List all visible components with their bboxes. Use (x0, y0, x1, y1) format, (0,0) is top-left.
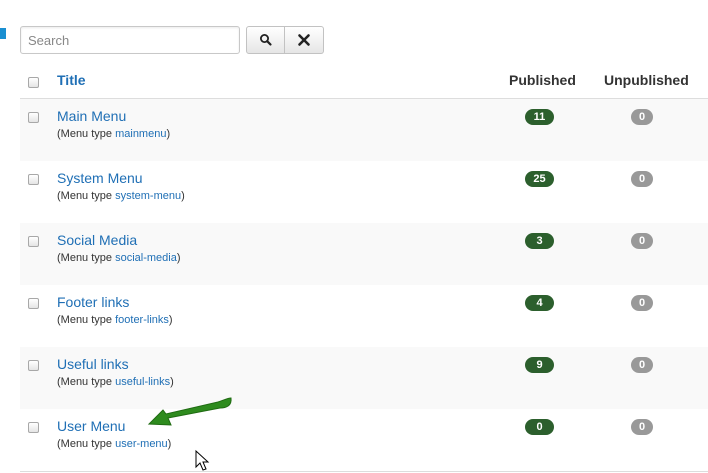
unpublished-count-badge[interactable]: 0 (631, 233, 653, 249)
unpublished-column-header: Unpublished (604, 72, 689, 88)
accent-bar (0, 28, 6, 39)
menu-type-prefix: (Menu type (57, 128, 116, 140)
title-column-header[interactable]: Title (57, 72, 86, 88)
search-icon (259, 34, 272, 46)
table-row: Footer links (Menu type footer-links) 4 … (20, 285, 708, 348)
menu-type-info: (Menu type user-menu) (57, 438, 171, 450)
menu-type-link[interactable]: useful-links (115, 376, 170, 388)
menu-type-info: (Menu type useful-links) (57, 376, 174, 388)
published-count-badge[interactable]: 4 (525, 295, 554, 311)
published-count-badge[interactable]: 25 (525, 171, 554, 187)
published-count-badge[interactable]: 3 (525, 233, 554, 249)
row-checkbox[interactable] (28, 298, 39, 309)
published-column-header: Published (509, 72, 576, 88)
menu-type-prefix: (Menu type (57, 438, 116, 450)
menu-type-suffix: ) (181, 190, 185, 202)
select-all-checkbox[interactable] (28, 77, 39, 88)
unpublished-count-badge[interactable]: 0 (631, 109, 653, 125)
menu-type-info: (Menu type mainmenu) (57, 128, 170, 140)
table-header: Title Published Unpublished (20, 64, 708, 99)
unpublished-count-badge[interactable]: 0 (631, 295, 653, 311)
clear-button[interactable] (285, 26, 324, 54)
unpublished-count-badge[interactable]: 0 (631, 357, 653, 373)
published-count-badge[interactable]: 0 (525, 419, 554, 435)
menu-type-link[interactable]: system-menu (115, 190, 181, 202)
search-bar (20, 26, 324, 54)
menu-title-link[interactable]: System Menu (57, 170, 143, 186)
search-input[interactable] (20, 26, 240, 54)
table-row: User Menu (Menu type user-menu) 0 0 (20, 409, 708, 472)
unpublished-count-badge[interactable]: 0 (631, 419, 653, 435)
menu-type-prefix: (Menu type (57, 252, 116, 264)
row-checkbox[interactable] (28, 112, 39, 123)
menu-title-link[interactable]: Useful links (57, 356, 129, 372)
menu-type-info: (Menu type footer-links) (57, 314, 173, 326)
menu-type-suffix: ) (166, 128, 171, 140)
menu-title-link[interactable]: User Menu (57, 418, 125, 434)
menu-type-link[interactable]: social-media (115, 252, 177, 264)
menu-type-suffix: ) (170, 376, 174, 388)
row-checkbox[interactable] (28, 174, 39, 185)
menu-title-link[interactable]: Social Media (57, 232, 137, 248)
table-row: Main Menu (Menu type mainmenu) 11 0 (20, 99, 708, 162)
published-count-badge[interactable]: 11 (525, 109, 554, 125)
row-checkbox[interactable] (28, 236, 39, 247)
menu-title-link[interactable]: Footer links (57, 294, 129, 310)
table-row: Useful links (Menu type useful-links) 9 … (20, 347, 708, 410)
menu-type-suffix: ) (176, 252, 181, 264)
unpublished-count-badge[interactable]: 0 (631, 171, 653, 187)
menu-type-suffix: ) (167, 438, 172, 450)
row-checkbox[interactable] (28, 360, 39, 371)
menu-type-prefix: (Menu type (57, 376, 116, 388)
menu-type-prefix: (Menu type (57, 314, 116, 326)
search-button[interactable] (246, 26, 285, 54)
menu-type-suffix: ) (168, 314, 173, 326)
close-icon (298, 34, 310, 46)
table-row: System Menu (Menu type system-menu) 25 0 (20, 161, 708, 224)
published-count-badge[interactable]: 9 (525, 357, 554, 373)
row-checkbox[interactable] (28, 422, 39, 433)
menu-type-link[interactable]: footer-links (115, 314, 169, 326)
menu-type-link[interactable]: mainmenu (115, 128, 166, 140)
menu-type-info: (Menu type social-media) (57, 252, 181, 264)
menu-type-info: (Menu type system-menu) (57, 190, 185, 202)
table-row: Social Media (Menu type social-media) 3 … (20, 223, 708, 286)
menu-title-link[interactable]: Main Menu (57, 108, 126, 124)
menu-type-prefix: (Menu type (57, 190, 116, 202)
menu-type-link[interactable]: user-menu (115, 438, 168, 450)
